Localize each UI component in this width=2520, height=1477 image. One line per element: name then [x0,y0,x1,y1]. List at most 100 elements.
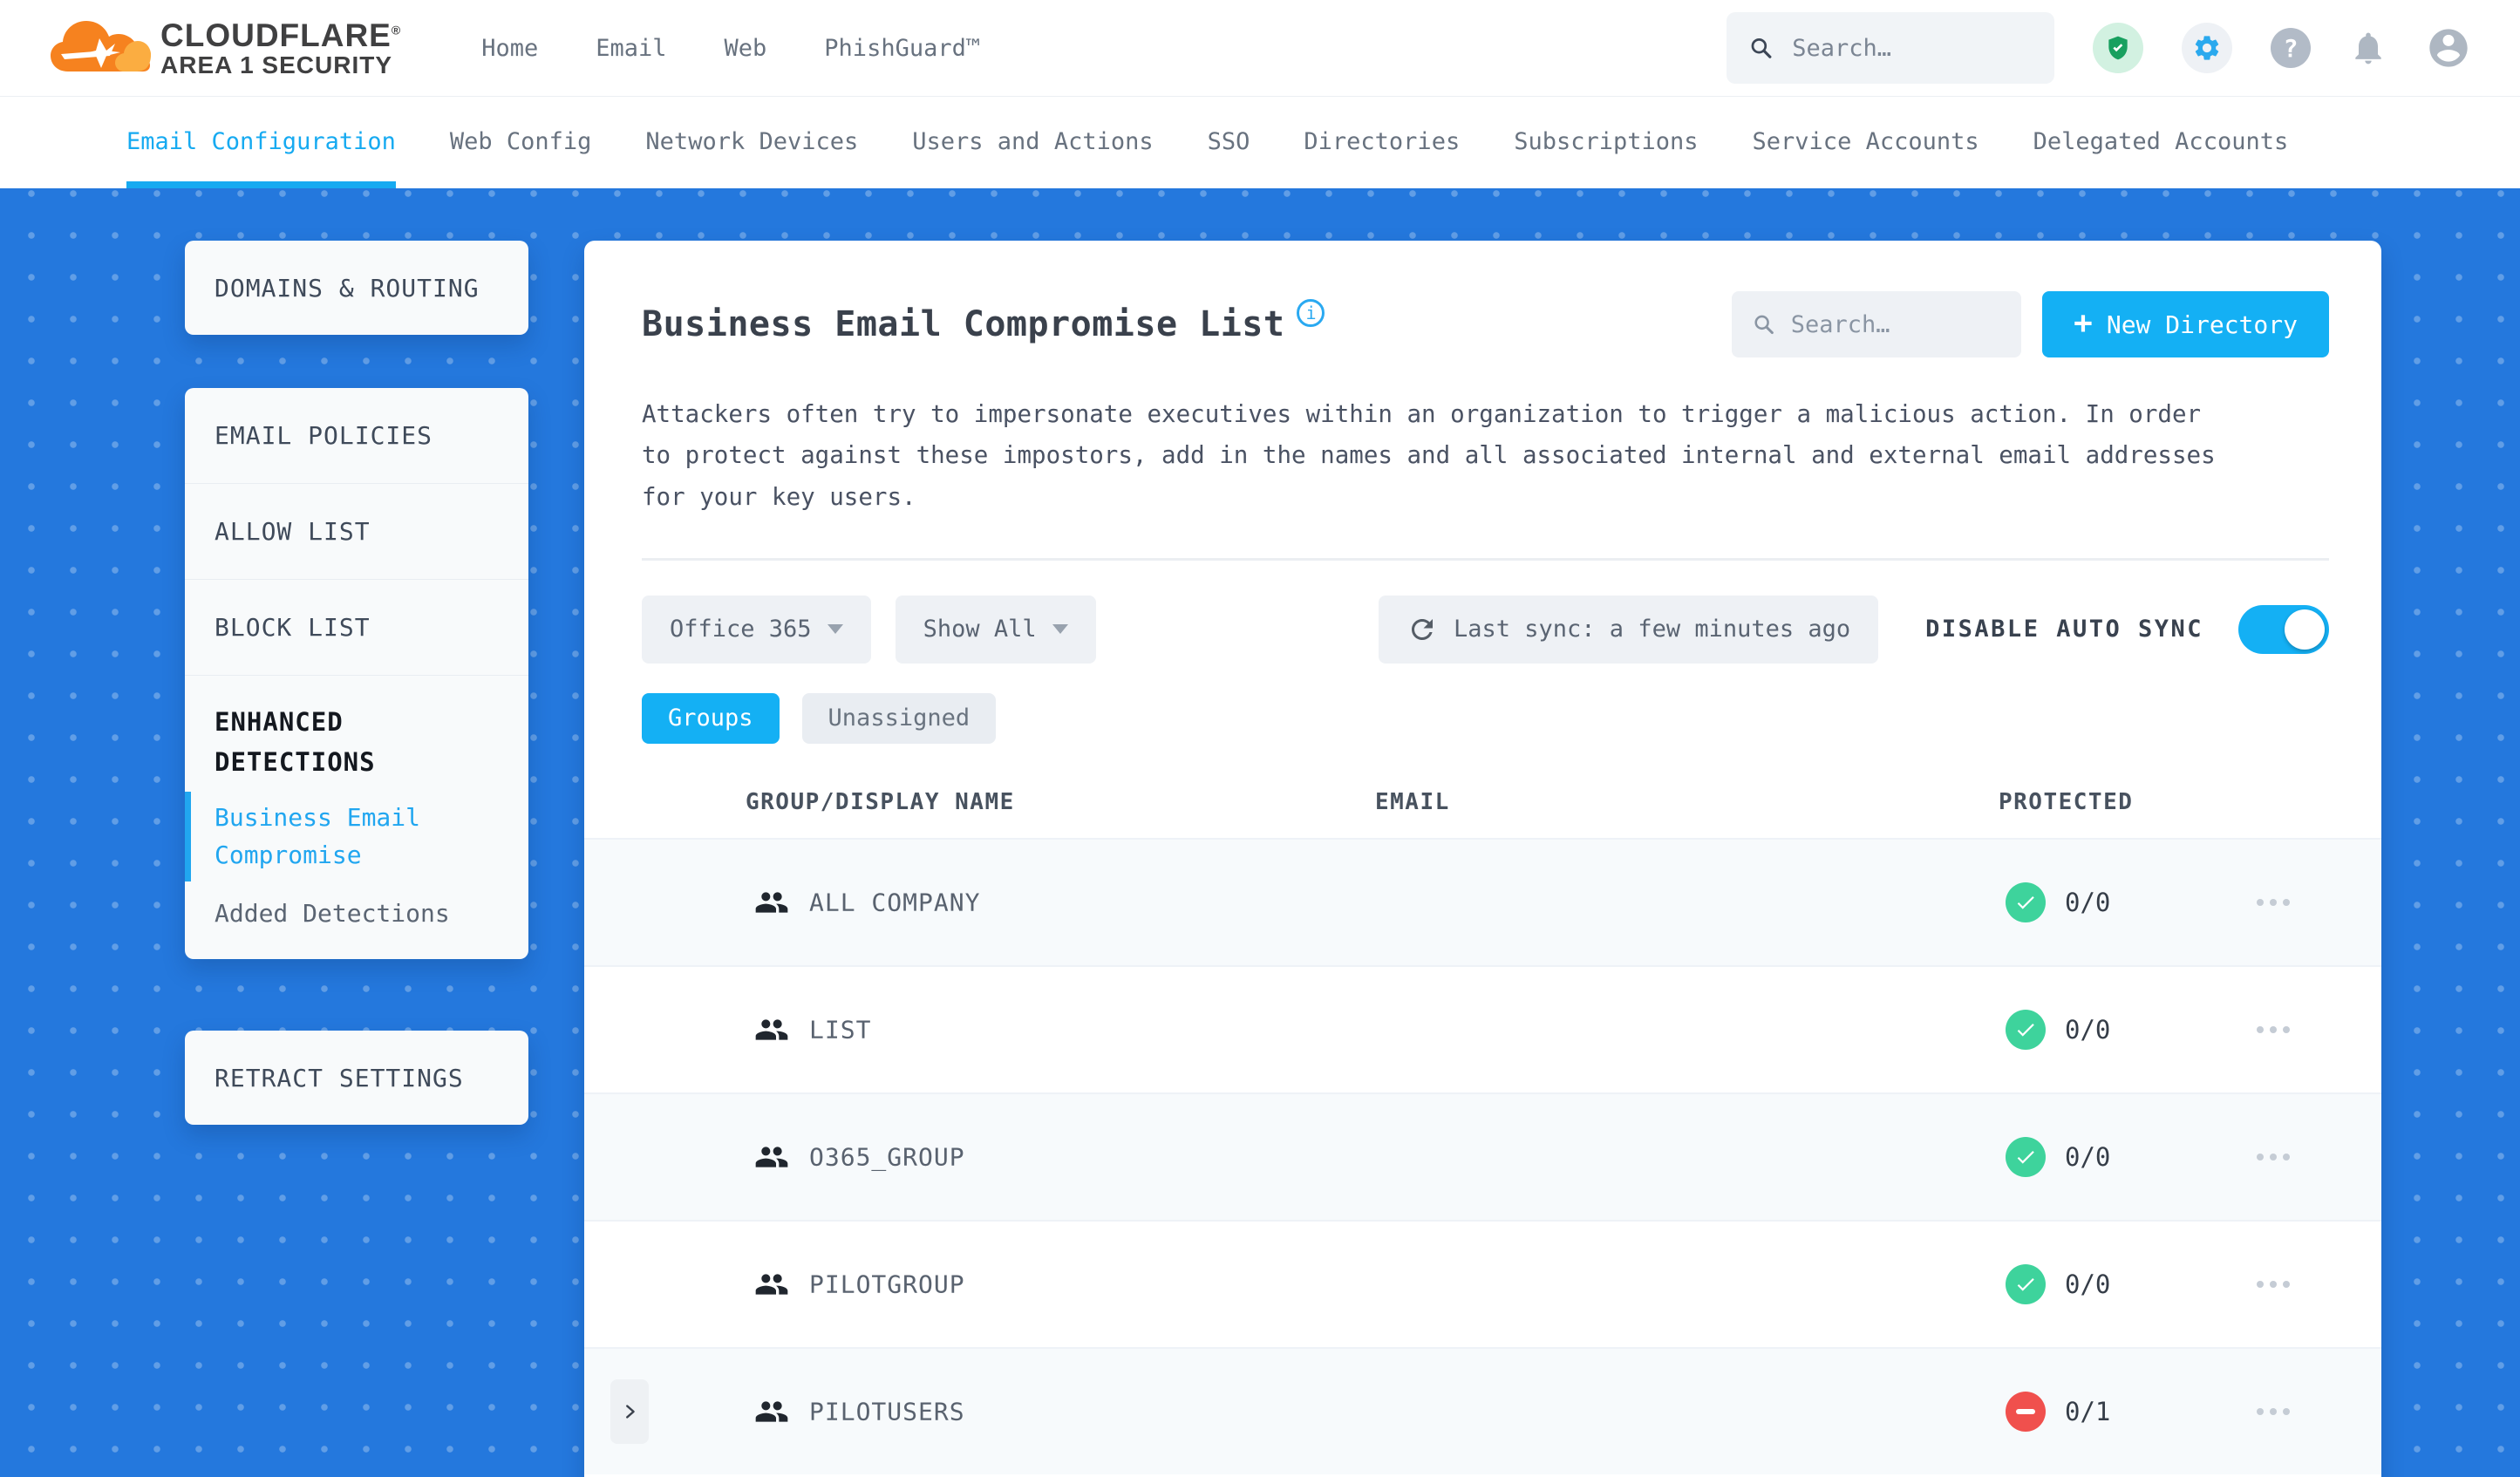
page-description: Attackers often try to impersonate execu… [642,400,2216,511]
main-panel: Business Email Compromise List i + New D… [584,241,2381,1477]
protected-check-icon [2006,1009,2046,1050]
sidebar-item-enhanced-detections[interactable]: ENHANCED DETECTIONS [185,676,528,788]
panel-search[interactable] [1732,291,2022,357]
top-nav: Home Email Web PhishGuard™ [481,35,980,62]
row-actions-menu[interactable] [2257,1025,2290,1033]
table-row-pilotusers[interactable]: PILOTUSERS 0/1 [584,1346,2381,1474]
top-nav-item-email[interactable]: Email [596,35,666,62]
page-title: Business Email Compromise List [642,304,1285,344]
info-icon[interactable]: i [1297,299,1325,327]
tab-network-devices[interactable]: Network Devices [645,97,858,188]
account-avatar-icon[interactable] [2426,25,2471,71]
top-nav-item-home[interactable]: Home [481,35,538,62]
auto-sync-toggle[interactable] [2238,604,2329,654]
search-icon [1754,315,1774,335]
table-body: ALL COMPANY 0/0 LIST 0/0 O365_GROUP 0/0 [584,837,2381,1474]
sidebar-item-added-detections[interactable]: Added Detections [185,885,528,959]
chevron-right-icon [626,1405,635,1419]
brand-subtitle: AREA 1 SECURITY [160,51,393,79]
group-people-icon [755,1274,788,1295]
plus-icon: + [2074,304,2093,341]
tab-sso[interactable]: SSO [1208,97,1250,188]
column-header-protected: PROTECTED [1999,788,2134,815]
show-filter-select[interactable]: Show All [895,595,1096,664]
global-search[interactable] [1727,12,2054,84]
table-row-pilotgroup[interactable]: PILOTGROUP 0/0 [584,1219,2381,1347]
security-shield-check-icon[interactable] [2093,23,2143,73]
search-icon [1751,37,1772,58]
protected-status: 0/0 [2006,1263,2111,1304]
tab-groups[interactable]: Groups [642,692,780,744]
top-right-cluster: ? [1727,12,2471,84]
sidebar-policies-card: EMAIL POLICIES ALLOW LIST BLOCK LIST ENH… [185,388,528,959]
app-window: CLOUDFLARE® AREA 1 SECURITY Home Email Web… [0,0,2520,1477]
row-actions-menu[interactable] [2257,1407,2290,1415]
row-actions-menu[interactable] [2257,898,2290,906]
content-background: DOMAINS & ROUTING EMAIL POLICIES ALLOW L… [0,188,2520,1477]
protected-count: 0/0 [2065,1269,2111,1299]
new-directory-label: New Directory [2106,310,2298,339]
row-actions-menu[interactable] [2257,1153,2290,1160]
group-name: LIST [809,1015,872,1045]
sidebar-item-business-email-compromise[interactable]: Business Email Compromise [185,788,528,885]
table-row-o365-group[interactable]: O365_GROUP 0/0 [584,1092,2381,1220]
notifications-bell-icon[interactable] [2349,29,2387,67]
top-nav-item-web[interactable]: Web [725,35,767,62]
directory-select[interactable]: Office 365 [642,595,871,664]
sidebar-item-block-list[interactable]: BLOCK LIST [185,580,528,676]
view-tabs: Groups Unassigned [584,664,2381,744]
group-people-icon [755,1019,788,1040]
protected-status: 0/1 [2006,1391,2111,1432]
tab-subscriptions[interactable]: Subscriptions [1514,97,1698,188]
protected-status: 0/0 [2006,881,2110,922]
not-protected-minus-icon [2006,1391,2046,1432]
new-directory-button[interactable]: + New Directory [2042,291,2329,357]
tab-unassigned[interactable]: Unassigned [801,692,997,744]
refresh-icon [1412,618,1433,640]
protected-check-icon [2006,881,2046,922]
tab-delegated-accounts[interactable]: Delegated Accounts [2033,97,2289,188]
group-name: O365_GROUP [809,1142,965,1172]
sidebar-item-allow-list[interactable]: ALLOW LIST [185,484,528,580]
protected-count: 0/0 [2065,1014,2111,1045]
main-header: Business Email Compromise List i + New D… [584,241,2381,357]
cloudflare-logo[interactable]: CLOUDFLARE® AREA 1 SECURITY [49,17,401,78]
tab-users-and-actions[interactable]: Users and Actions [912,97,1153,188]
tab-email-configuration[interactable]: Email Configuration [126,97,396,188]
settings-gear-icon[interactable] [2182,23,2232,73]
top-nav-item-phishguard[interactable]: PhishGuard™ [824,35,980,62]
brand-name: CLOUDFLARE [160,17,392,54]
tab-web-config[interactable]: Web Config [450,97,592,188]
protected-count: 0/1 [2065,1396,2111,1426]
row-actions-menu[interactable] [2257,1280,2290,1288]
sidebar-item-email-policies[interactable]: EMAIL POLICIES [185,388,528,484]
expand-chevron-button[interactable] [610,1378,649,1444]
group-people-icon [755,1147,788,1167]
group-name: PILOTGROUP [809,1269,965,1299]
toggle-knob [2285,609,2325,650]
column-header-name: GROUP/DISPLAY NAME [746,788,1015,815]
chevron-down-icon [827,624,843,635]
global-search-input[interactable] [1790,33,2032,63]
chevron-down-icon [1052,624,1068,635]
tab-directories[interactable]: Directories [1304,97,1460,188]
protected-count: 0/0 [2065,1141,2111,1172]
filters-row: Office 365 Show All Last sync: a few min… [584,561,2381,664]
last-sync-button[interactable]: Last sync: a few minutes ago [1379,595,1879,664]
tab-service-accounts[interactable]: Service Accounts [1753,97,1979,188]
last-sync-text: Last sync: a few minutes ago [1454,616,1851,643]
table-row-list[interactable]: LIST 0/0 [584,964,2381,1092]
help-question-icon[interactable]: ? [2271,28,2311,68]
protected-check-icon [2006,1136,2046,1177]
directory-select-value: Office 365 [670,616,812,643]
top-header: CLOUDFLARE® AREA 1 SECURITY Home Email Web… [0,0,2520,97]
column-header-email: EMAIL [1375,788,1450,815]
protected-status: 0/0 [2006,1136,2111,1177]
table-row-all-company[interactable]: ALL COMPANY 0/0 [584,837,2381,965]
auto-sync-label: DISABLE AUTO SYNC [1925,616,2203,643]
sidebar-item-retract-settings[interactable]: RETRACT SETTINGS [185,1031,528,1125]
brand-text: CLOUDFLARE® AREA 1 SECURITY [160,18,401,78]
panel-search-input[interactable] [1788,310,2001,339]
sidebar-item-domains-routing[interactable]: DOMAINS & ROUTING [185,241,528,335]
group-people-icon [755,1401,788,1422]
